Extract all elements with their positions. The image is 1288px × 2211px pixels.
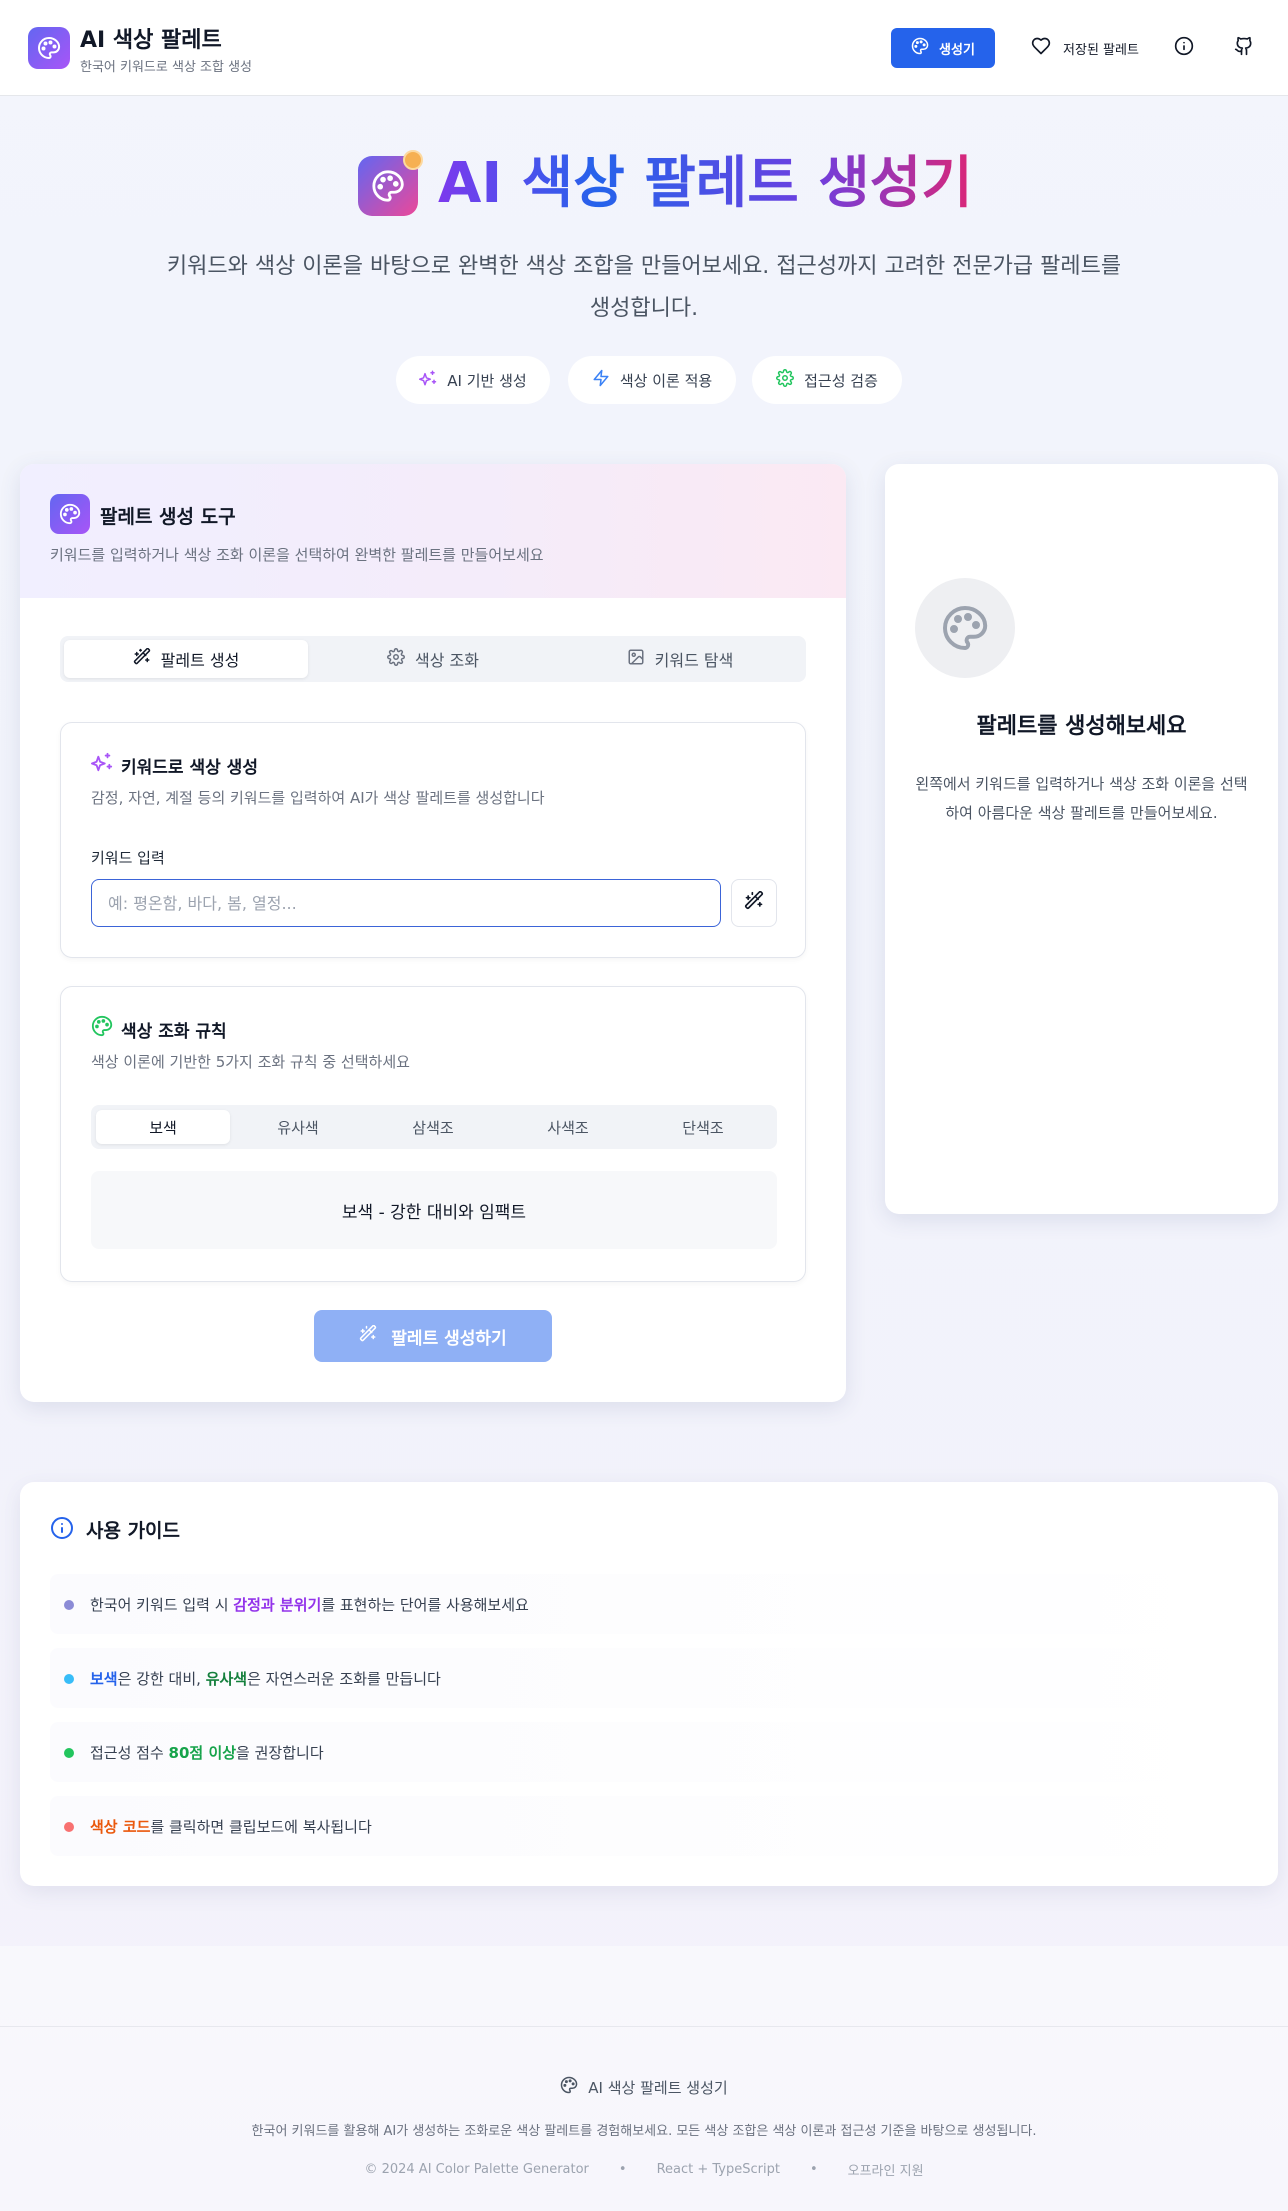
generate-palette-label: 팔레트 생성하기 (391, 1328, 507, 1349)
tab-label: 키워드 탐색 (654, 651, 734, 670)
hero-description: 키워드와 색상 이론을 바탕으로 완벽한 색상 조합을 만들어보세요. 접근성까… (166, 254, 1122, 321)
palette-icon (560, 2076, 578, 2098)
keyword-section-card: 키워드로 색상 생성 감정, 자연, 계절 등의 키워드를 입력하여 AI가 색… (60, 722, 806, 958)
preview-empty-description: 왼쪽에서 키워드를 입력하거나 색상 조화 이론을 선택하여 아름다운 색상 팔… (915, 775, 1248, 822)
guide-item-text: 접근성 점수 80점 이상을 권장합니다 (90, 1744, 324, 1762)
footer-brand: AI 색상 팔레트 생성기 (0, 2076, 1288, 2098)
tool-card-title: 팔레트 생성 도구 (100, 506, 236, 528)
harmony-rule-tabs: 보색 유사색 삼색조 사색조 단색조 (91, 1105, 777, 1149)
heart-icon (1031, 36, 1051, 60)
guide-item-text: 한국어 키워드 입력 시 감정과 분위기를 표현하는 단어를 사용해보세요 (90, 1596, 529, 1614)
top-navbar: AI 색상 팔레트 한국어 키워드로 색상 조합 생성 생성기 저장된 팔레트 (0, 0, 1288, 96)
feature-pill-ai: AI 기반 생성 (396, 356, 550, 404)
tab-color-harmony[interactable]: 색상 조화 (311, 640, 555, 678)
magic-wand-icon (744, 890, 764, 915)
harmony-rule-tetradic[interactable]: 사색조 (501, 1110, 635, 1144)
random-keyword-button[interactable] (731, 879, 777, 927)
feature-pill-accessibility: 접근성 검증 (752, 356, 902, 404)
wand-sparkles-icon (359, 1324, 377, 1348)
usage-guide-title: 사용 가이드 (86, 1520, 181, 1542)
app-subtitle: 한국어 키워드로 색상 조합 생성 (80, 60, 253, 75)
nav-generator-label: 생성기 (939, 42, 975, 58)
gear-icon (387, 648, 405, 670)
empty-palette-icon (915, 578, 1015, 678)
nav-saved-palettes-button[interactable]: 저장된 팔레트 (1010, 28, 1160, 68)
guide-item: 보색은 강한 대비, 유사색은 자연스러운 조화를 만듭니다 (50, 1648, 1248, 1708)
footer-title: AI 색상 팔레트 생성기 (588, 2078, 728, 2097)
tool-card-subtitle: 키워드를 입력하거나 색상 조화 이론을 선택하여 완벽한 팔레트를 만들어보세… (50, 546, 544, 564)
lightning-icon (592, 369, 610, 391)
harmony-rule-triadic[interactable]: 삼색조 (366, 1110, 500, 1144)
tab-keyword-explore[interactable]: 키워드 탐색 (558, 640, 802, 678)
harmony-rule-analogous[interactable]: 유사색 (231, 1110, 365, 1144)
footer-separator: • (618, 2162, 627, 2177)
guide-bullet (64, 1600, 74, 1610)
nav-saved-label: 저장된 팔레트 (1063, 42, 1139, 58)
nav-generator-button[interactable]: 생성기 (891, 28, 995, 68)
feature-pill-label: AI 기반 생성 (447, 371, 527, 390)
footer-tech: React + TypeScript (656, 2162, 780, 2177)
info-button[interactable] (1164, 28, 1204, 68)
palette-logo-icon[interactable] (28, 27, 70, 69)
guide-item: 접근성 점수 80점 이상을 권장합니다 (50, 1722, 1248, 1782)
image-icon (627, 648, 645, 670)
guide-bullet (64, 1822, 74, 1832)
sparkles-icon (419, 369, 437, 391)
feature-pill-label: 접근성 검증 (804, 371, 878, 390)
page-footer: AI 색상 팔레트 생성기 한국어 키워드를 활용해 AI가 생성하는 조화로운… (0, 1946, 1288, 2211)
guide-item-text: 색상 코드를 클릭하면 클립보드에 복사됩니다 (90, 1818, 372, 1836)
footer-separator: • (809, 2162, 818, 2177)
hero-title: AI 색상 팔레트 생성기 (438, 148, 973, 220)
guide-bullet (64, 1748, 74, 1758)
tab-label: 색상 조화 (415, 651, 479, 670)
palette-icon (911, 37, 929, 59)
tool-card-header: 팔레트 생성 도구 키워드를 입력하거나 색상 조화 이론을 선택하여 완벽한 … (20, 464, 846, 598)
feature-pill-theory: 색상 이론 적용 (568, 356, 736, 404)
palette-icon (50, 494, 90, 534)
footer-divider (0, 2026, 1288, 2027)
tool-tabs: 팔레트 생성 색상 조화 키워드 탐색 (60, 636, 806, 682)
footer-offline: 오프라인 지원 (847, 2164, 924, 2179)
footer-meta: © 2024 AI Color Palette Generator • Reac… (0, 2160, 1288, 2179)
feature-pill-label: 색상 이론 적용 (619, 371, 713, 390)
footer-description: 한국어 키워드를 활용해 AI가 생성하는 조화로운 색상 팔레트를 경험해보세… (251, 2124, 1037, 2139)
guide-bullet (64, 1674, 74, 1684)
sparkles-icon (91, 751, 113, 777)
tab-palette-generate[interactable]: 팔레트 생성 (64, 640, 308, 678)
tab-label: 팔레트 생성 (160, 651, 240, 670)
guide-item: 한국어 키워드 입력 시 감정과 분위기를 표현하는 단어를 사용해보세요 (50, 1574, 1248, 1634)
app-title: AI 색상 팔레트 (80, 28, 222, 53)
harmony-section-title: 색상 조화 규칙 (121, 1022, 227, 1042)
harmony-section-description: 색상 이론에 기반한 5가지 조화 규칙 중 선택하세요 (91, 1053, 410, 1071)
guide-item: 색상 코드를 클릭하면 클립보드에 복사됩니다 (50, 1796, 1248, 1856)
preview-empty-title: 팔레트를 생성해보세요 (976, 714, 1187, 739)
github-button[interactable] (1224, 28, 1264, 68)
palette-icon (91, 1015, 113, 1041)
guide-item-text: 보색은 강한 대비, 유사색은 자연스러운 조화를 만듭니다 (90, 1670, 441, 1688)
harmony-rule-description: 보색 - 강한 대비와 임팩트 (91, 1171, 777, 1249)
harmony-rule-monochromatic[interactable]: 단색조 (636, 1110, 770, 1144)
info-icon (1174, 36, 1194, 60)
generate-palette-button[interactable]: 팔레트 생성하기 (314, 1310, 552, 1362)
info-icon (50, 1516, 74, 1544)
gear-icon (776, 369, 795, 391)
wand-sparkles-icon (133, 647, 151, 670)
hero-accent-dot (403, 150, 423, 170)
harmony-rule-complementary[interactable]: 보색 (96, 1110, 230, 1144)
footer-copyright: © 2024 AI Color Palette Generator (364, 2162, 589, 2177)
keyword-input-label: 키워드 입력 (91, 849, 165, 867)
usage-guide-card: 사용 가이드 한국어 키워드 입력 시 감정과 분위기를 표현하는 단어를 사용… (20, 1482, 1278, 1886)
keyword-section-description: 감정, 자연, 계절 등의 키워드를 입력하여 AI가 색상 팔레트를 생성합니… (91, 789, 545, 807)
keyword-section-title: 키워드로 색상 생성 (121, 758, 258, 778)
keyword-input[interactable] (91, 879, 721, 927)
harmony-section-card: 색상 조화 규칙 색상 이론에 기반한 5가지 조화 규칙 중 선택하세요 보색… (60, 986, 806, 1282)
github-icon (1234, 36, 1254, 60)
palette-preview-card: 팔레트를 생성해보세요 왼쪽에서 키워드를 입력하거나 색상 조화 이론을 선택… (885, 464, 1278, 1214)
palette-tool-card: 팔레트 생성 도구 키워드를 입력하거나 색상 조화 이론을 선택하여 완벽한 … (20, 464, 846, 1402)
